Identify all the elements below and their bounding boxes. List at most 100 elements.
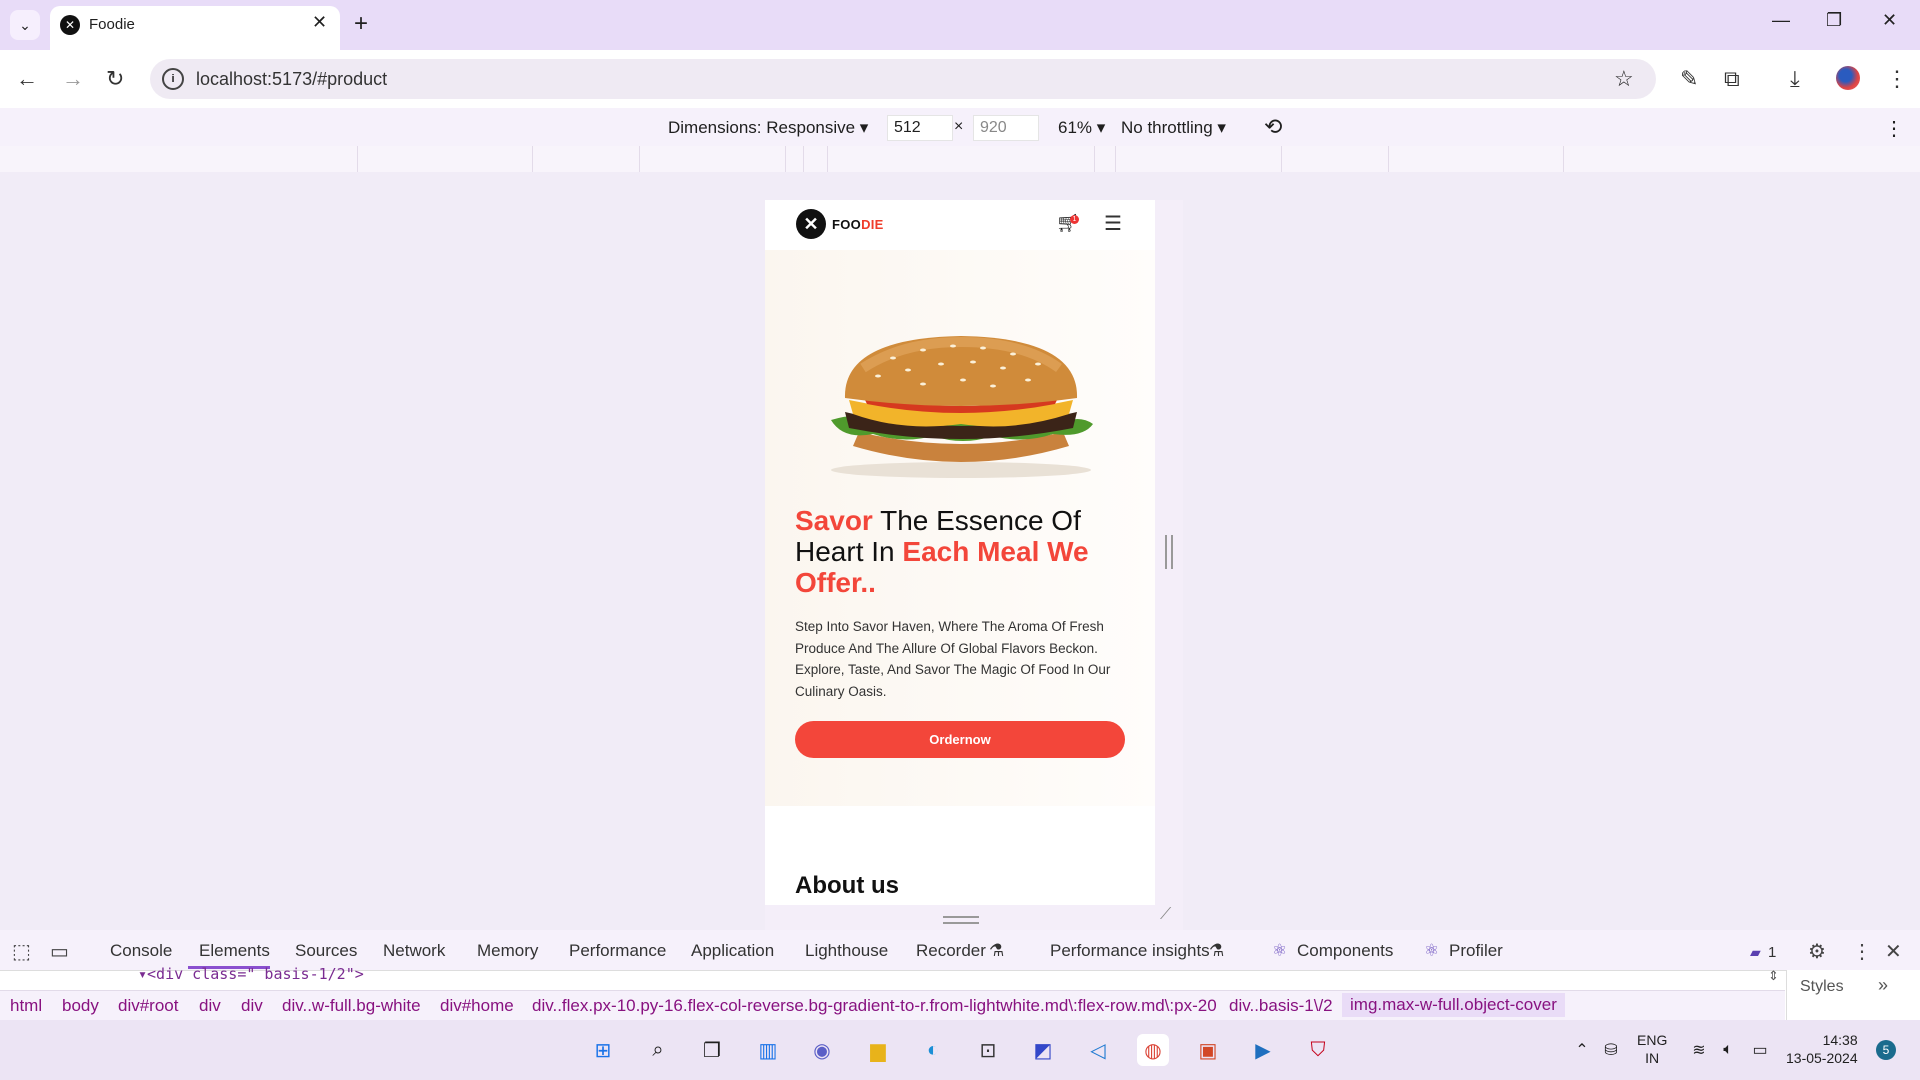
site-info-icon[interactable]: i xyxy=(162,68,184,90)
expand-triangle-icon[interactable]: ▾ xyxy=(138,965,147,983)
task-view-icon[interactable]: ❐ xyxy=(696,1034,728,1066)
zoom-dropdown[interactable]: 61% ▾ xyxy=(1058,118,1105,138)
inspect-element-icon[interactable]: ⬚ xyxy=(12,939,31,964)
language: ENG xyxy=(1637,1032,1668,1048)
devtools-more-icon[interactable]: ⋮ xyxy=(1852,939,1872,964)
tab-search-chevron-icon[interactable]: ⌄ xyxy=(10,10,40,40)
restore-button[interactable]: ❐ xyxy=(1826,10,1842,31)
breadcrumb-div-2[interactable]: div xyxy=(241,996,263,1016)
media-player-icon[interactable]: ▶ xyxy=(1247,1034,1279,1066)
react-components-icon: ⚛ xyxy=(1272,941,1288,960)
rotate-icon[interactable]: ⟲ xyxy=(1264,114,1282,140)
tab-network[interactable]: Network xyxy=(383,941,445,961)
perf-insights-flask-icon: ⚗ xyxy=(1209,941,1225,960)
language-indicator[interactable]: ENG IN xyxy=(1637,1031,1667,1067)
dimensions-dropdown[interactable]: Dimensions: Responsive ▾ xyxy=(668,118,868,138)
recorder-flask-icon: ⚗ xyxy=(989,941,1005,960)
date: 13-05-2024 xyxy=(1786,1050,1858,1066)
volume-icon[interactable]: 🔈︎ xyxy=(1712,1034,1744,1066)
pen-extension-icon[interactable]: ✎ xyxy=(1680,66,1698,92)
notification-badge[interactable]: 5 xyxy=(1876,1040,1896,1060)
logo-text-black: FOO xyxy=(832,217,862,232)
breadcrumb-body[interactable]: body xyxy=(62,996,99,1016)
width-input[interactable]: 512 xyxy=(887,115,953,141)
region: IN xyxy=(1645,1050,1660,1066)
url-text[interactable]: localhost:5173/#product xyxy=(196,69,387,90)
viewport-height-resize-handle[interactable] xyxy=(943,916,979,924)
download-icon[interactable]: ⤓ xyxy=(1790,66,1800,92)
times-sign: × xyxy=(954,118,964,135)
throttling-dropdown[interactable]: No throttling ▾ xyxy=(1121,118,1226,138)
reload-icon[interactable]: ↻ xyxy=(106,66,124,92)
tab-sources[interactable]: Sources xyxy=(295,941,357,961)
forward-arrow-icon[interactable]: → xyxy=(62,66,84,92)
network-drive-icon[interactable]: ⛁ xyxy=(1595,1034,1627,1066)
wifi-icon[interactable]: ≋ xyxy=(1683,1034,1715,1066)
powerautomate-icon[interactable]: ◩ xyxy=(1027,1034,1059,1066)
order-now-button[interactable]: Ordernow xyxy=(795,721,1125,758)
mcafee-shield-icon[interactable]: ⛉ xyxy=(1302,1034,1334,1066)
styles-tab[interactable]: Styles xyxy=(1800,978,1844,996)
breadcrumb-root[interactable]: div#root xyxy=(118,996,178,1016)
breadcrumb-img[interactable]: img.max-w-full.object-cover xyxy=(1342,993,1565,1017)
devtools-settings-gear-icon[interactable]: ⚙ xyxy=(1808,939,1826,964)
device-toggle-icon[interactable]: ▭ xyxy=(50,939,69,964)
vscode-icon[interactable]: ◁ xyxy=(1082,1034,1114,1066)
breadcrumb-basis[interactable]: div..basis-1\/2 xyxy=(1229,996,1333,1016)
search-icon[interactable]: ⌕ xyxy=(642,1034,674,1066)
cart-count-badge: 1 xyxy=(1070,215,1079,224)
widgets-icon[interactable]: ▥ xyxy=(752,1034,784,1066)
breadcrumb-flex[interactable]: div..flex.px-10.py-16.flex-col-reverse.b… xyxy=(532,996,1217,1016)
tab-components[interactable]: Components xyxy=(1297,941,1393,961)
tab-performance[interactable]: Performance xyxy=(569,941,666,961)
extensions-puzzle-icon[interactable]: ⧉ xyxy=(1724,66,1740,92)
tab-recorder[interactable]: Recorder xyxy=(916,941,986,961)
tray-chevron-icon[interactable]: ⌃ xyxy=(1566,1034,1598,1066)
tab-console[interactable]: Console xyxy=(110,941,172,961)
breadcrumb-wfull[interactable]: div..w-full.bg-white xyxy=(282,996,421,1016)
minimize-button[interactable]: — xyxy=(1772,10,1790,31)
viewport-corner-resize-icon[interactable]: ⟋ xyxy=(1160,906,1171,924)
tab-profiler[interactable]: Profiler xyxy=(1449,941,1503,961)
close-window-button[interactable]: ✕ xyxy=(1882,10,1897,31)
viewport-width-resize-handle[interactable] xyxy=(1165,535,1173,569)
issues-message-icon[interactable]: ▰ xyxy=(1750,944,1761,961)
issues-count[interactable]: 1 xyxy=(1768,944,1776,961)
tab-performance-insights[interactable]: Performance insights xyxy=(1050,941,1210,961)
breadcrumb-div-1[interactable]: div xyxy=(199,996,221,1016)
time: 14:38 xyxy=(1822,1032,1858,1048)
teams-chat-icon[interactable]: ◉ xyxy=(806,1034,838,1066)
new-tab-plus-icon[interactable]: + xyxy=(354,10,368,38)
breadcrumb-html[interactable]: html xyxy=(10,996,42,1016)
scroll-arrows-icon[interactable]: ⇕ xyxy=(1768,968,1779,984)
tab-close-icon[interactable]: ✕ xyxy=(312,12,327,33)
more-tabs-chevron-icon[interactable]: » xyxy=(1878,975,1888,996)
edge-browser-icon[interactable]: ◐ xyxy=(917,1034,949,1066)
battery-icon[interactable]: ▭ xyxy=(1744,1034,1776,1066)
media-query-ruler[interactable] xyxy=(0,146,1920,172)
tab-elements[interactable]: Elements xyxy=(199,941,270,961)
selected-node-line[interactable]: ▾<div class=" basis-1/2"> xyxy=(138,965,364,983)
height-input[interactable]: 920 xyxy=(973,115,1039,141)
bookmark-star-icon[interactable]: ☆ xyxy=(1614,66,1634,92)
foodie-logo-icon[interactable]: ✕ xyxy=(796,209,826,239)
tab-memory[interactable]: Memory xyxy=(477,941,538,961)
device-more-icon[interactable]: ⋮ xyxy=(1884,116,1904,141)
powerpoint-icon[interactable]: ▣ xyxy=(1192,1034,1224,1066)
file-explorer-icon[interactable]: ▆ xyxy=(862,1034,894,1066)
tab-lighthouse[interactable]: Lighthouse xyxy=(805,941,888,961)
chrome-icon[interactable]: ◍ xyxy=(1137,1034,1169,1066)
profile-avatar[interactable] xyxy=(1836,66,1860,90)
hamburger-menu-icon[interactable]: ☰ xyxy=(1104,211,1122,236)
hero-headline: Savor The Essence Of Heart In Each Meal … xyxy=(795,505,1125,598)
clock[interactable]: 14:38 13-05-2024 xyxy=(1786,1031,1858,1067)
windows-start-icon[interactable]: ⊞ xyxy=(587,1034,619,1066)
foodie-favicon-icon: ✕ xyxy=(60,15,80,35)
devtools-close-icon[interactable]: ✕ xyxy=(1885,939,1902,964)
breadcrumb-home[interactable]: div#home xyxy=(440,996,514,1016)
store-icon[interactable]: ⊡ xyxy=(972,1034,1004,1066)
back-arrow-icon[interactable]: ← xyxy=(16,66,38,92)
foodie-logo-text[interactable]: FOODIE xyxy=(832,217,884,232)
browser-menu-icon[interactable]: ⋮ xyxy=(1886,66,1908,92)
tab-application[interactable]: Application xyxy=(691,941,774,961)
